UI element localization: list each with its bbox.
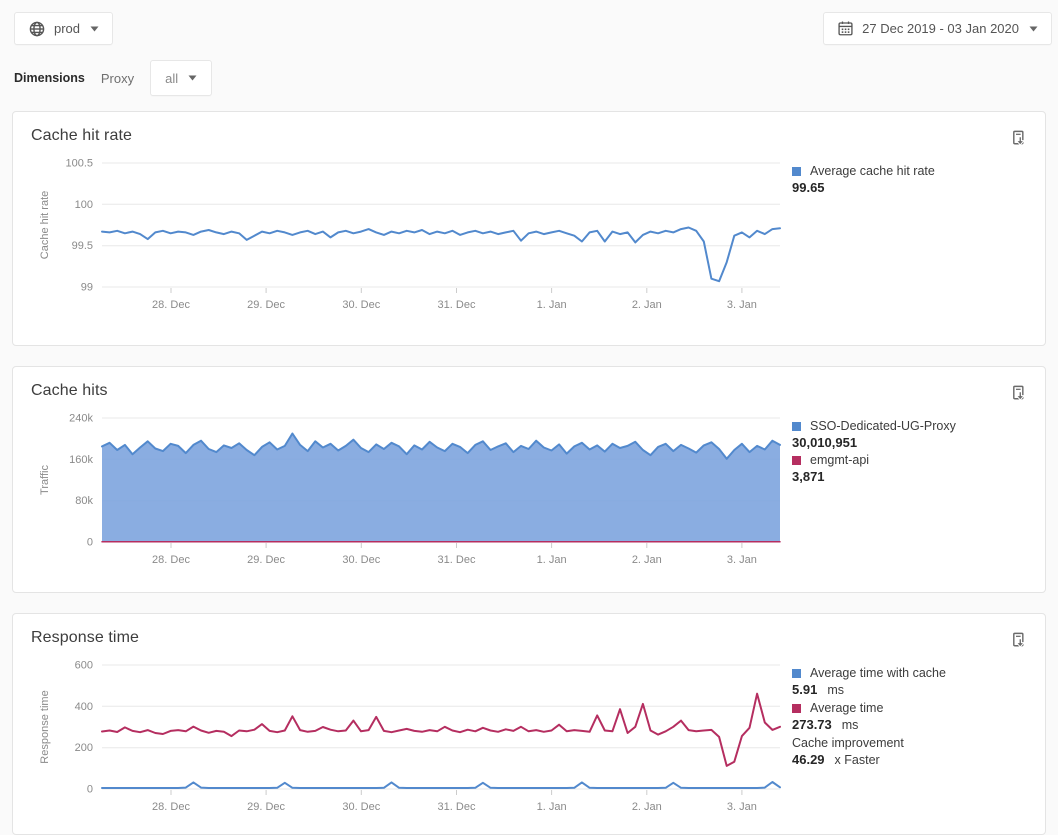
legend-item: Cache improvement xyxy=(792,735,1030,751)
svg-text:Response time: Response time xyxy=(39,690,51,763)
svg-text:2. Jan: 2. Jan xyxy=(632,801,662,813)
legend-value: 3,871 xyxy=(792,468,1030,485)
svg-text:Traffic: Traffic xyxy=(39,465,51,495)
svg-text:99.5: 99.5 xyxy=(72,240,93,252)
legend-item[interactable]: Average cache hit rate xyxy=(792,163,1030,179)
svg-text:2. Jan: 2. Jan xyxy=(632,554,662,566)
svg-text:80k: 80k xyxy=(75,495,93,507)
legend: SSO-Dedicated-UG-Proxy30,010,951emgmt-ap… xyxy=(792,410,1030,582)
chevron-down-icon xyxy=(90,26,99,32)
panel-response-time: Response time 600 400 200 0 28. Dec 29. Dec 30… xyxy=(12,613,1046,835)
top-bar: prod 27 Dec 2019 - 03 Jan 2020 xyxy=(0,0,1058,46)
svg-text:0: 0 xyxy=(87,537,93,549)
dimension-selected-value: all xyxy=(165,71,178,86)
svg-text:28. Dec: 28. Dec xyxy=(152,299,190,311)
svg-text:240k: 240k xyxy=(69,413,93,425)
svg-text:31. Dec: 31. Dec xyxy=(438,554,476,566)
legend-swatch xyxy=(792,422,801,431)
legend-unit: x Faster xyxy=(835,753,880,767)
dimension-value-dropdown[interactable]: all xyxy=(150,60,212,96)
svg-text:400: 400 xyxy=(75,701,93,713)
legend: Average cache hit rate99.65 xyxy=(792,155,1030,327)
legend-value: 46.29x Faster xyxy=(792,751,1030,769)
legend-swatch xyxy=(792,167,801,176)
dimensions-bar: Dimensions Proxy all xyxy=(14,60,1058,96)
legend-item[interactable]: Average time xyxy=(792,700,1030,716)
svg-text:200: 200 xyxy=(75,742,93,754)
legend-value: 273.73ms xyxy=(792,716,1030,734)
export-report-icon[interactable] xyxy=(1010,631,1029,655)
svg-text:100.5: 100.5 xyxy=(65,158,93,170)
svg-text:1. Jan: 1. Jan xyxy=(537,299,567,311)
svg-text:29. Dec: 29. Dec xyxy=(247,299,285,311)
legend-label: Average time xyxy=(810,700,883,716)
legend-value: 99.65 xyxy=(792,179,1030,196)
svg-text:3. Jan: 3. Jan xyxy=(727,554,757,566)
legend-label: SSO-Dedicated-UG-Proxy xyxy=(810,418,956,434)
svg-text:29. Dec: 29. Dec xyxy=(247,554,285,566)
svg-text:31. Dec: 31. Dec xyxy=(438,801,476,813)
legend-swatch xyxy=(792,704,801,713)
calendar-icon xyxy=(837,20,854,37)
dimensions-label: Dimensions xyxy=(14,71,85,85)
svg-text:Cache hit rate: Cache hit rate xyxy=(39,191,51,259)
legend: Average time with cache5.91msAverage tim… xyxy=(792,657,1030,829)
legend-value: 5.91ms xyxy=(792,681,1030,699)
export-report-icon[interactable] xyxy=(1010,384,1029,408)
chart-cache-hit-rate[interactable]: 100.5 100 99.5 99 28. Dec 29. Dec 30. Dec 31. D… xyxy=(22,155,792,327)
date-range-label: 27 Dec 2019 - 03 Jan 2020 xyxy=(862,21,1019,36)
environment-selector[interactable]: prod xyxy=(14,12,113,45)
svg-text:600: 600 xyxy=(75,660,93,672)
legend-label: Average time with cache xyxy=(810,665,946,681)
legend-swatch xyxy=(792,669,801,678)
panel-cache-hits: Cache hits 240k 160k 80k 0 28. Dec 29. Dec 30.… xyxy=(12,366,1046,593)
svg-text:160k: 160k xyxy=(69,454,93,466)
svg-text:29. Dec: 29. Dec xyxy=(247,801,285,813)
chart-cache-hits[interactable]: 240k 160k 80k 0 28. Dec 29. Dec 30. Dec 31. Dec… xyxy=(22,410,792,582)
svg-text:1. Jan: 1. Jan xyxy=(537,801,567,813)
legend-unit: ms xyxy=(827,683,844,697)
legend-unit: ms xyxy=(842,718,859,732)
legend-item[interactable]: emgmt-api xyxy=(792,452,1030,468)
chevron-down-icon xyxy=(188,75,197,81)
dimension-name-label: Proxy xyxy=(101,71,134,86)
export-report-icon[interactable] xyxy=(1010,129,1029,153)
panel-title: Cache hits xyxy=(31,382,108,400)
svg-text:30. Dec: 30. Dec xyxy=(342,299,380,311)
svg-text:28. Dec: 28. Dec xyxy=(152,801,190,813)
svg-text:30. Dec: 30. Dec xyxy=(342,554,380,566)
legend-value: 30,010,951 xyxy=(792,434,1030,451)
svg-text:100: 100 xyxy=(75,199,93,211)
legend-swatch xyxy=(792,456,801,465)
svg-text:99: 99 xyxy=(81,282,93,294)
legend-label: Cache improvement xyxy=(792,735,904,751)
environment-label: prod xyxy=(54,21,80,36)
svg-text:3. Jan: 3. Jan xyxy=(727,299,757,311)
svg-text:0: 0 xyxy=(87,784,93,796)
legend-label: Average cache hit rate xyxy=(810,163,935,179)
panel-title: Response time xyxy=(31,629,139,647)
svg-text:2. Jan: 2. Jan xyxy=(632,299,662,311)
svg-text:28. Dec: 28. Dec xyxy=(152,554,190,566)
svg-text:31. Dec: 31. Dec xyxy=(438,299,476,311)
legend-item[interactable]: SSO-Dedicated-UG-Proxy xyxy=(792,418,1030,434)
chart-response-time[interactable]: 600 400 200 0 28. Dec 29. Dec 30. Dec 31. Dec 1.… xyxy=(22,657,792,829)
globe-icon xyxy=(28,20,46,38)
panel-cache-hit-rate: Cache hit rate 100.5 100 99.5 99 28. Dec 29. … xyxy=(12,111,1046,346)
panel-title: Cache hit rate xyxy=(31,127,132,145)
legend-label: emgmt-api xyxy=(810,452,869,468)
svg-text:3. Jan: 3. Jan xyxy=(727,801,757,813)
chevron-down-icon xyxy=(1029,26,1038,32)
svg-text:30. Dec: 30. Dec xyxy=(342,801,380,813)
svg-text:1. Jan: 1. Jan xyxy=(537,554,567,566)
date-range-selector[interactable]: 27 Dec 2019 - 03 Jan 2020 xyxy=(823,12,1052,45)
legend-item[interactable]: Average time with cache xyxy=(792,665,1030,681)
